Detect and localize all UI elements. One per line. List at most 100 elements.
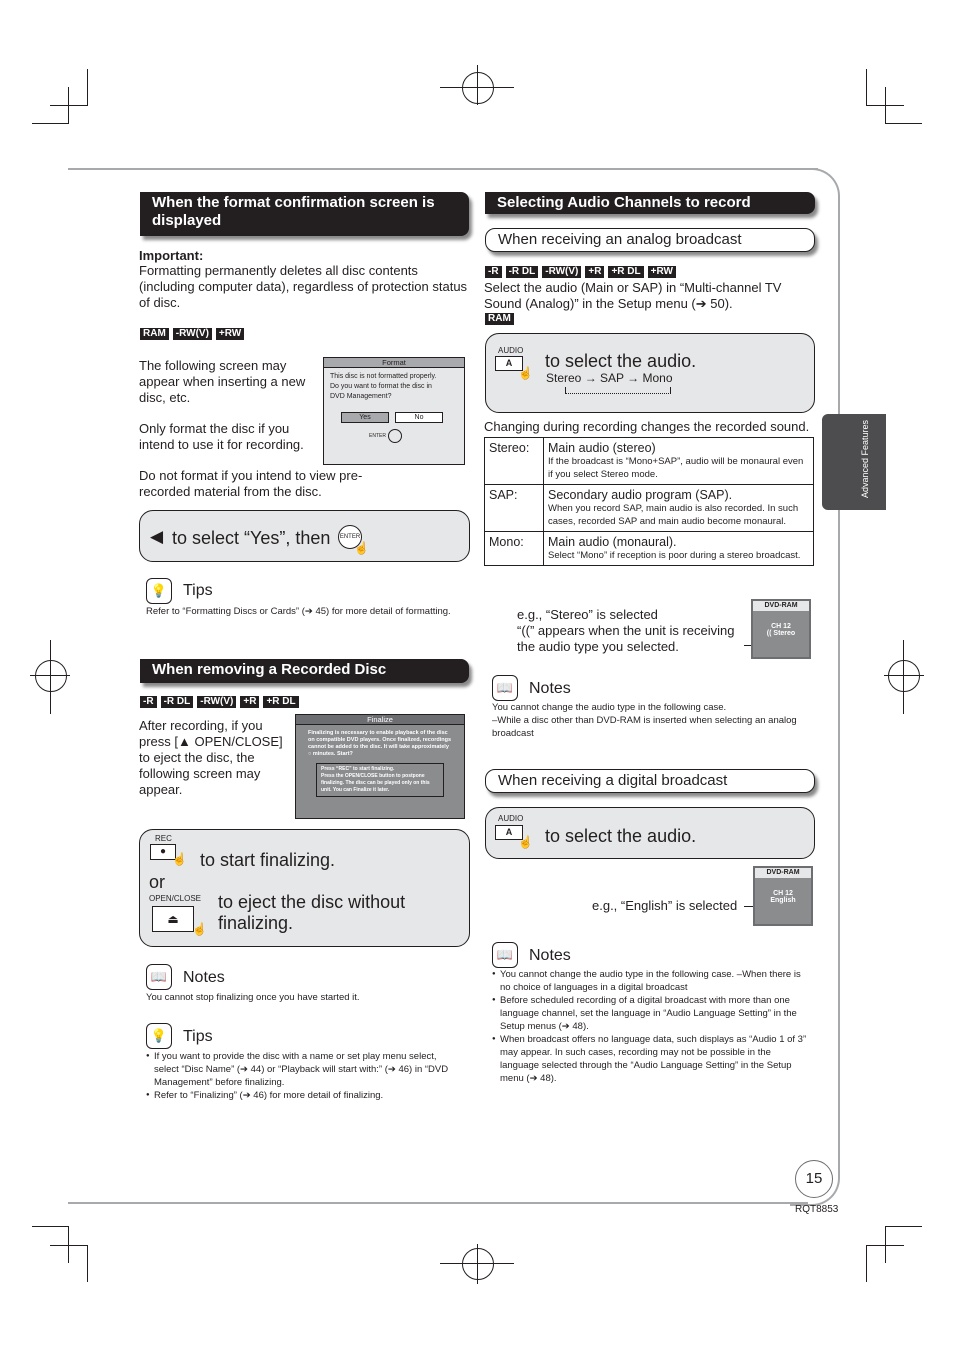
format-para-3: Do not format if you intend to view pre-… bbox=[139, 468, 363, 499]
notes-book-icon: 📖 bbox=[146, 964, 172, 990]
hand-press-icon: ☝ bbox=[518, 366, 533, 380]
analog-instruction-box: AUDIO A ☝ to select the audio. Stereo → … bbox=[485, 333, 815, 413]
digital-instruction-box: AUDIO A ☝ to select the audio. bbox=[485, 807, 815, 859]
format-para-2: Only format the disc if you intend to us… bbox=[139, 421, 304, 452]
note-item: Before scheduled recording of a digital … bbox=[492, 994, 807, 1033]
desc-cell: Secondary audio program (SAP). When you r… bbox=[543, 484, 814, 532]
disc-badge: +RW bbox=[215, 328, 245, 340]
open-instruction-text: to eject the disc without finalizing. bbox=[218, 892, 406, 933]
digital-instruction-text: to select the audio. bbox=[545, 826, 697, 846]
open-close-label: OPEN/CLOSE bbox=[149, 894, 202, 903]
rec-label: REC bbox=[155, 834, 172, 843]
disc-badge: -RW(V) bbox=[197, 696, 237, 708]
format-instruction-box: ◀ to select “Yes”, then ENTER ☝ bbox=[139, 510, 470, 562]
or-text: or bbox=[149, 872, 166, 892]
eject-button-icon: ⏏ bbox=[152, 906, 194, 932]
remove-notes-text: You cannot stop finalizing once you have… bbox=[146, 992, 360, 1003]
stereo-example-note: “((” appears when the unit is receiving … bbox=[517, 623, 735, 654]
audio-label: AUDIO bbox=[498, 814, 524, 823]
table-row: Stereo: Main audio (stereo) If the broadc… bbox=[484, 437, 814, 485]
dvd-ram-display: DVD-RAM CH 12 English bbox=[753, 866, 813, 926]
disc-badge: RAM bbox=[140, 328, 169, 340]
mode-cell: Mono: bbox=[484, 531, 544, 566]
osd-option-rec: Press “REC” to start finalizing. bbox=[321, 766, 395, 772]
tips-lightbulb-icon: 💡 bbox=[146, 1023, 172, 1049]
format-instruction-text: to select “Yes”, then bbox=[172, 528, 331, 548]
analog-notes-title: Notes bbox=[529, 680, 571, 697]
english-example: e.g., “English” is selected bbox=[592, 898, 738, 913]
analog-para: Select the audio (Main or SAP) in “Multi… bbox=[484, 280, 782, 311]
disc-badge: +RW bbox=[647, 266, 676, 278]
notes-book-icon: 📖 bbox=[492, 942, 518, 968]
osd-no-button[interactable]: No bbox=[395, 412, 443, 423]
tip-item: If you want to provide the disc with a n… bbox=[146, 1050, 456, 1089]
note-item: When broadcast offers no language data, … bbox=[492, 1033, 807, 1085]
format-osd-screen: Format This disc is not formatted proper… bbox=[323, 357, 465, 465]
important-label: Important: bbox=[139, 248, 204, 263]
format-tips-text: Refer to “Formatting Discs or Cards” (➔ … bbox=[146, 606, 451, 617]
digital-subheading: When receiving a digital broadcast bbox=[485, 769, 815, 793]
rec-instruction-text: to start finalizing. bbox=[200, 850, 336, 870]
ram-badge-row: RAM bbox=[485, 313, 514, 325]
osd-message: Finalizing is necessary to enable playba… bbox=[308, 730, 452, 757]
analog-notes: You cannot change the audio type in the … bbox=[492, 702, 797, 739]
left-arrow-icon: ◀ bbox=[150, 527, 164, 546]
disc-badge: -RW(V) bbox=[172, 328, 212, 340]
page-frame-bottom bbox=[68, 1202, 808, 1204]
osd-title: Finalize bbox=[296, 715, 464, 725]
mode-cell: SAP: bbox=[484, 484, 544, 532]
desc-cell: Main audio (monaural). Select “Mono” if r… bbox=[543, 531, 814, 566]
remove-para: After recording, if you press [▲ OPEN/CL… bbox=[139, 718, 283, 797]
finalize-instruction-box: REC ● ☝ to start finalizing. or OPEN/CLO… bbox=[139, 829, 470, 947]
analog-badges: -R -R DL -RW(V) +R +R DL +RW bbox=[485, 266, 676, 278]
important-text: Formatting permanently deletes all disc … bbox=[139, 263, 468, 310]
digital-notes-list: You cannot change the audio type in the … bbox=[492, 968, 807, 1085]
notes-book-icon: 📖 bbox=[492, 675, 518, 701]
disc-badge: +R DL bbox=[263, 696, 299, 708]
tips-lightbulb-icon: 💡 bbox=[146, 578, 172, 604]
stereo-example: e.g., “Stereo” is selected bbox=[517, 607, 658, 622]
audio-heading: Selecting Audio Channels to record bbox=[485, 192, 815, 214]
analog-subheading: When receiving an analog broadcast bbox=[485, 228, 815, 252]
changing-note: Changing during recording changes the re… bbox=[484, 419, 810, 434]
remove-tips-title: Tips bbox=[183, 1028, 213, 1045]
page-number: 15 bbox=[795, 1160, 833, 1198]
format-para-1: The following screen may appear when ins… bbox=[139, 358, 306, 405]
table-row: Mono: Main audio (monaural). Select “Mono… bbox=[484, 531, 814, 566]
disc-badge: -R bbox=[140, 696, 157, 708]
cycle-return-arrow-icon bbox=[565, 387, 671, 394]
dpad-icon bbox=[387, 429, 402, 443]
disc-badge: -R bbox=[485, 266, 502, 278]
model-code: RQT8853 bbox=[795, 1204, 839, 1215]
remove-tips-list: If you want to provide the disc with a n… bbox=[146, 1050, 456, 1102]
table-row: SAP: Secondary audio program (SAP). When … bbox=[484, 484, 814, 532]
tip-item: Refer to “Finalizing” (➔ 46) for more de… bbox=[146, 1089, 456, 1102]
hand-press-icon: ☝ bbox=[354, 541, 369, 555]
format-badges: RAM -RW(V) +RW bbox=[140, 328, 245, 340]
hand-press-icon: ☝ bbox=[172, 852, 187, 866]
remove-notes-title: Notes bbox=[183, 969, 225, 986]
disc-badge: -R DL bbox=[505, 266, 539, 278]
osd-title: Format bbox=[324, 358, 464, 368]
remove-heading: When removing a Recorded Disc bbox=[140, 659, 469, 683]
disc-badge: -R DL bbox=[160, 696, 194, 708]
audio-cycle: Stereo → SAP → Mono bbox=[546, 371, 673, 385]
side-tab: Advanced Features bbox=[822, 414, 886, 510]
disc-badge: +R DL bbox=[608, 266, 644, 278]
format-tips-title: Tips bbox=[183, 582, 213, 599]
hand-press-icon: ☝ bbox=[192, 922, 207, 936]
osd-yes-button[interactable]: Yes bbox=[341, 412, 389, 423]
disc-badge: -RW(V) bbox=[542, 266, 582, 278]
hand-press-icon: ☝ bbox=[518, 835, 533, 849]
finalize-osd-screen: Finalize Finalizing is necessary to enab… bbox=[295, 714, 465, 819]
dvd-ram-display: DVD-RAM CH 12 (( Stereo bbox=[751, 599, 811, 659]
analog-instruction-text: to select the audio. bbox=[545, 351, 697, 371]
digital-notes-title: Notes bbox=[529, 947, 571, 964]
audio-mode-table: Stereo: Main audio (stereo) If the broadc… bbox=[484, 437, 814, 566]
desc-cell: Main audio (stereo) If the broadcast is “… bbox=[543, 437, 814, 485]
disc-badge: +R bbox=[585, 266, 605, 278]
osd-message: This disc is not formatted properly. Do … bbox=[330, 373, 437, 400]
audio-label: AUDIO bbox=[498, 346, 524, 355]
disc-badge: RAM bbox=[485, 313, 514, 325]
remove-badges: -R -R DL -RW(V) +R +R DL bbox=[140, 696, 299, 708]
